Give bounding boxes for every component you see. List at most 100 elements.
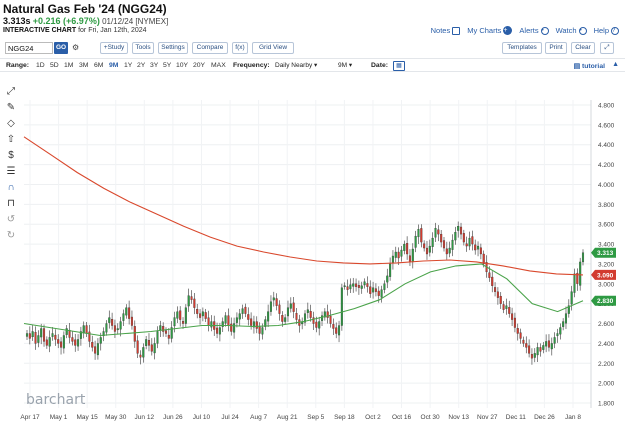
candle-body <box>318 321 321 329</box>
candle-body <box>281 315 284 322</box>
candle-body <box>74 339 77 346</box>
candle-body <box>369 286 372 294</box>
candle-body <box>91 342 94 348</box>
y-tick-label: 4.000 <box>598 182 615 189</box>
candle-body <box>505 305 508 309</box>
candle-body <box>42 328 46 342</box>
x-tick-label: Apr 17 <box>20 414 40 421</box>
candle-body <box>496 291 499 298</box>
candle-body <box>545 341 548 347</box>
x-tick-label: Sep 5 <box>307 414 324 421</box>
candle-body <box>267 311 270 322</box>
candle-body <box>320 315 324 321</box>
candle-body <box>179 310 182 320</box>
candle-body <box>573 273 576 293</box>
candle-body <box>417 229 420 238</box>
candle-body <box>511 313 514 320</box>
candle-body <box>516 328 519 334</box>
candle-body <box>477 245 480 250</box>
candle-body <box>250 318 253 326</box>
candle-body <box>357 285 360 288</box>
candle-body <box>326 311 329 318</box>
x-tick-label: Dec 11 <box>506 414 526 421</box>
candle-body <box>261 327 264 335</box>
candle-body <box>247 314 250 320</box>
candle-body <box>156 331 159 344</box>
candle-body <box>227 315 230 326</box>
candle-body <box>150 344 153 352</box>
price-marker-label: 3.090 <box>597 272 614 279</box>
candle-body <box>343 285 346 287</box>
x-tick-label: Sep 18 <box>334 414 355 421</box>
candle-body <box>142 347 145 358</box>
candle-body <box>579 261 582 286</box>
candle-body <box>139 354 142 358</box>
candle-body <box>162 326 165 332</box>
chart-grid <box>24 100 591 408</box>
candle-body <box>411 248 414 263</box>
candle-body <box>284 317 287 322</box>
x-tick-label: Aug 7 <box>250 414 267 421</box>
candle-body <box>184 307 187 324</box>
x-tick-label: Dec 26 <box>534 414 555 421</box>
x-tick-label: May 30 <box>105 414 127 421</box>
candle-body <box>122 313 125 321</box>
y-tick-label: 3.200 <box>598 261 615 268</box>
candle-body <box>173 317 176 327</box>
candle-body <box>275 298 278 306</box>
candle-body <box>45 339 48 346</box>
candle-body <box>513 317 516 328</box>
candle-body <box>442 240 446 249</box>
candle-body <box>474 244 477 251</box>
candle-body <box>494 287 497 292</box>
candle-body <box>25 333 29 337</box>
y-tick-label: 4.600 <box>598 122 615 129</box>
candle-body <box>269 301 272 312</box>
candle-body <box>408 255 411 263</box>
candle-body <box>193 298 196 308</box>
candle-body <box>315 321 318 328</box>
candle-body <box>440 233 443 243</box>
candle-body <box>553 337 556 344</box>
candle-body <box>445 248 448 255</box>
candle-body <box>201 311 204 317</box>
candle-body <box>377 290 380 296</box>
x-tick-label: Aug 21 <box>277 414 298 421</box>
candle-body <box>391 255 394 264</box>
candle-body <box>65 328 68 335</box>
candle-body <box>278 304 281 314</box>
candle-body <box>428 245 431 253</box>
candle-body <box>233 323 236 333</box>
x-tick-label: Jun 12 <box>135 414 155 421</box>
price-marker: 3.313 <box>591 247 616 258</box>
candle-body <box>448 247 451 254</box>
candle-body <box>37 335 40 343</box>
candle-body <box>238 313 241 320</box>
candle-body <box>28 333 31 339</box>
candle-body <box>244 306 247 314</box>
candle-body <box>85 325 88 334</box>
candle-body <box>210 321 213 328</box>
candle-body <box>423 243 426 249</box>
candle-body <box>82 325 85 334</box>
y-tick-label: 4.800 <box>598 102 615 109</box>
candle-body <box>57 339 60 344</box>
candle-body <box>491 276 494 286</box>
candle-body <box>111 319 114 326</box>
price-chart[interactable]: 1.8002.0002.2002.4002.6002.8003.0003.200… <box>0 0 625 426</box>
candle-body <box>116 328 119 331</box>
candle-body <box>258 326 261 334</box>
candle-body <box>71 337 74 342</box>
y-tick-label: 1.800 <box>598 401 615 408</box>
candle-body <box>431 237 434 247</box>
candle-body <box>125 307 128 316</box>
candle-body <box>77 339 80 347</box>
x-tick-label: Jul 24 <box>221 414 239 421</box>
candle-body <box>167 334 170 339</box>
candle-body <box>230 323 233 332</box>
candle-body <box>113 325 116 332</box>
candle-body <box>528 345 531 354</box>
candle-body <box>54 334 57 340</box>
candle-body <box>176 311 179 319</box>
candle-body <box>508 307 511 314</box>
